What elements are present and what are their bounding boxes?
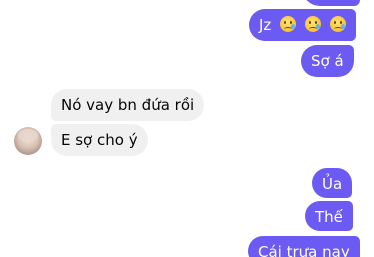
message-text: Jz <box>259 16 272 34</box>
message-text: Cái trưa nay <box>258 243 350 257</box>
message-text: Nó vay bn đứa rồi <box>61 96 195 114</box>
sent-message-cai-trua-nay[interactable]: Cái trưa nay <box>248 236 360 257</box>
message-text: Thế <box>315 208 343 226</box>
message-text: E sợ cho ý <box>61 131 138 149</box>
received-message[interactable]: Nó vay bn đứa rồi <box>51 89 205 121</box>
crying-face-emoji-icon <box>329 16 346 32</box>
sent-message-jz[interactable]: Jz <box>249 9 356 41</box>
crying-face-emoji-icon <box>304 16 321 32</box>
crying-face-emoji-icon <box>280 16 297 32</box>
chat-thread: Jz Sợ á Nó vay bn đứa rồi E sợ cho ý Ủa … <box>0 0 374 257</box>
message-text: Ủa <box>322 175 343 193</box>
received-message[interactable]: E sợ cho ý <box>51 124 148 156</box>
sent-message-so-a[interactable]: Sợ á <box>301 45 354 77</box>
contact-avatar[interactable] <box>14 127 42 155</box>
message-text: Sợ á <box>311 52 344 70</box>
sent-message-the[interactable]: Thế <box>305 201 353 231</box>
sent-message-ua[interactable]: Ủa <box>312 168 353 198</box>
sent-message-partial[interactable] <box>302 0 360 6</box>
